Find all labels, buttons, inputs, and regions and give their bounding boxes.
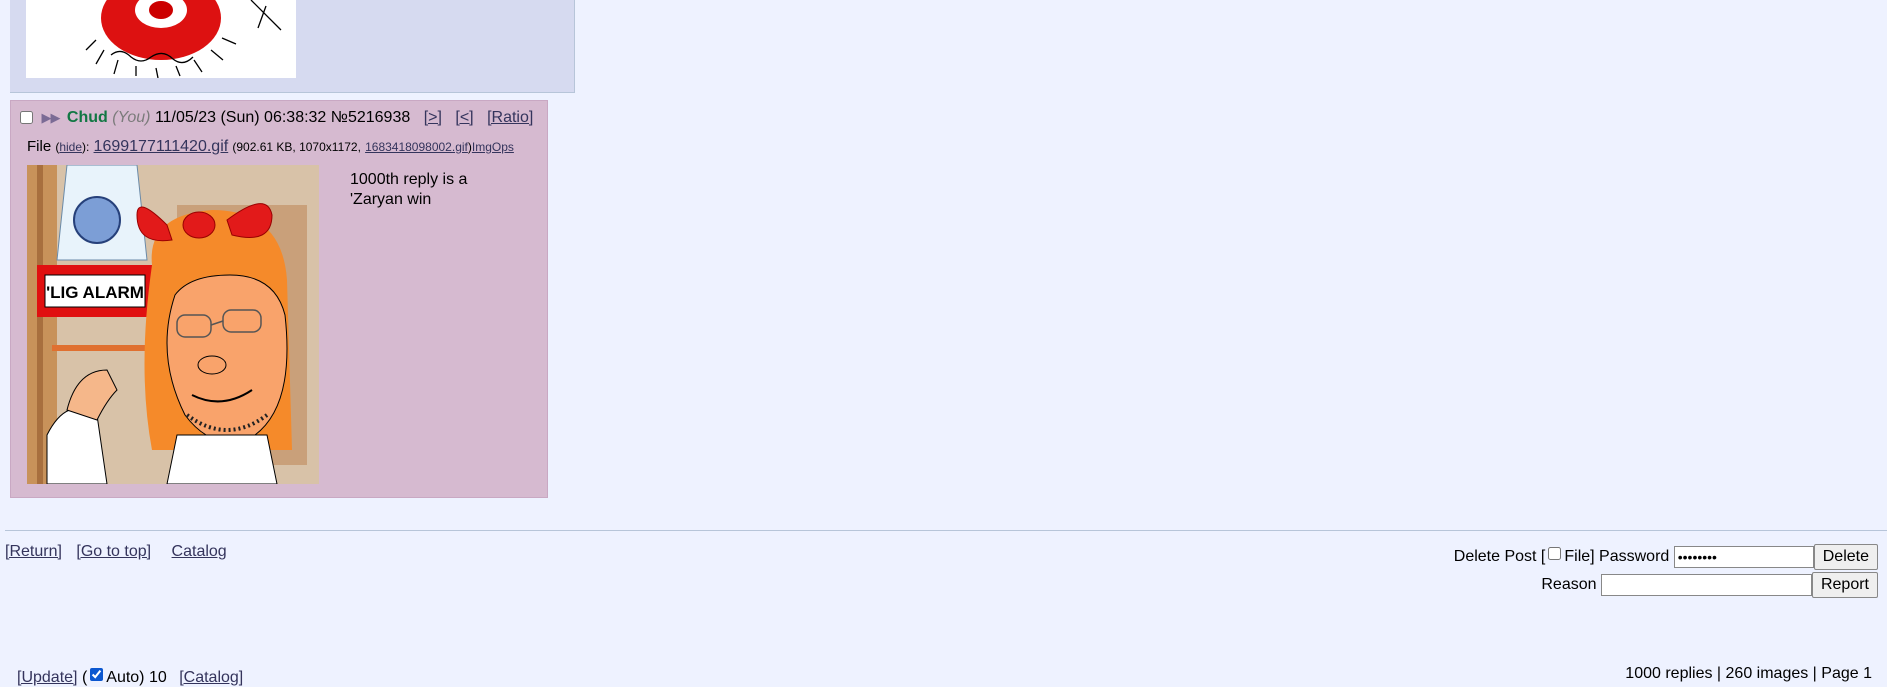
post-datetime: 11/05/23 (Sun) 06:38:32 xyxy=(154,109,327,126)
file-password-label: File] Password xyxy=(1564,548,1670,566)
lig-alarm-sign-text: 'LIG ALARM xyxy=(46,283,144,302)
file-name-link[interactable]: 1699177111420.gif xyxy=(94,138,229,155)
delete-post-label: Delete Post [ xyxy=(1453,548,1546,566)
file-metadata: (902.61 KB, 1070x1172, xyxy=(232,140,361,154)
next-post-link[interactable]: [>] xyxy=(424,109,442,126)
reply-post: ▶▶ Chud (You) 11/05/23 (Sun) 06:38:32 №5… xyxy=(10,100,548,498)
file-info-line: File (hide): 1699177111420.gif (902.61 K… xyxy=(27,138,514,155)
hide-file-link[interactable]: hide xyxy=(59,140,82,154)
report-button[interactable]: Report xyxy=(1811,572,1878,598)
auto-open-paren: ( xyxy=(81,669,88,686)
auto-update-label: Auto) 10 xyxy=(106,669,167,686)
update-link[interactable]: [Update] xyxy=(17,669,77,686)
return-link[interactable]: [Return] xyxy=(5,543,62,560)
imgops-link[interactable]: ImgOps xyxy=(472,140,514,154)
post-select-checkbox[interactable] xyxy=(20,111,33,125)
footer-divider xyxy=(5,530,1887,531)
catalog-link[interactable]: Catalog xyxy=(172,543,227,560)
reason-label: Reason xyxy=(1541,576,1597,594)
go-to-top-link[interactable]: [Go to top] xyxy=(76,543,151,560)
file-only-checkbox[interactable] xyxy=(1548,547,1562,561)
reply-arrows-icon[interactable]: ▶▶ xyxy=(41,110,60,125)
post-header: ▶▶ Chud (You) 11/05/23 (Sun) 06:38:32 №5… xyxy=(20,109,533,127)
original-filename-link[interactable]: 1683418098002.gif xyxy=(365,140,468,154)
post-comment: 1000th reply is a 'Zaryan win xyxy=(350,170,510,210)
thread-stats: 1000 replies | 260 images | Page 1 xyxy=(1625,665,1872,682)
post-image-thumbnail[interactable]: 'LIG ALARM xyxy=(27,165,319,484)
reason-field[interactable] xyxy=(1600,574,1812,596)
poster-name: Chud xyxy=(66,109,108,126)
thread-nav-links: [Return] [Go to top] Catalog xyxy=(5,543,237,561)
password-field[interactable] xyxy=(1673,546,1814,568)
delete-form: Delete Post [ File] Password Delete xyxy=(1454,544,1878,570)
file-label: File xyxy=(27,138,52,155)
previous-post-thumbnail[interactable] xyxy=(26,0,296,78)
ratio-link[interactable]: [Ratio] xyxy=(487,109,533,126)
catalog-link-bottom[interactable]: [Catalog] xyxy=(179,669,243,686)
auto-update-checkbox[interactable] xyxy=(90,668,104,681)
delete-button[interactable]: Delete xyxy=(1813,544,1878,570)
previous-post xyxy=(10,0,575,93)
prev-post-link[interactable]: [<] xyxy=(455,109,473,126)
report-form: Reason Report xyxy=(1541,572,1878,598)
post-number[interactable]: №5216938 xyxy=(331,109,410,126)
update-bar: [Update] ( Auto) 10 [Catalog] xyxy=(17,668,243,687)
comment-line: 'Zaryan win xyxy=(350,191,432,208)
you-tag: (You) xyxy=(112,109,151,126)
comment-line: 1000th reply is a xyxy=(350,171,468,188)
